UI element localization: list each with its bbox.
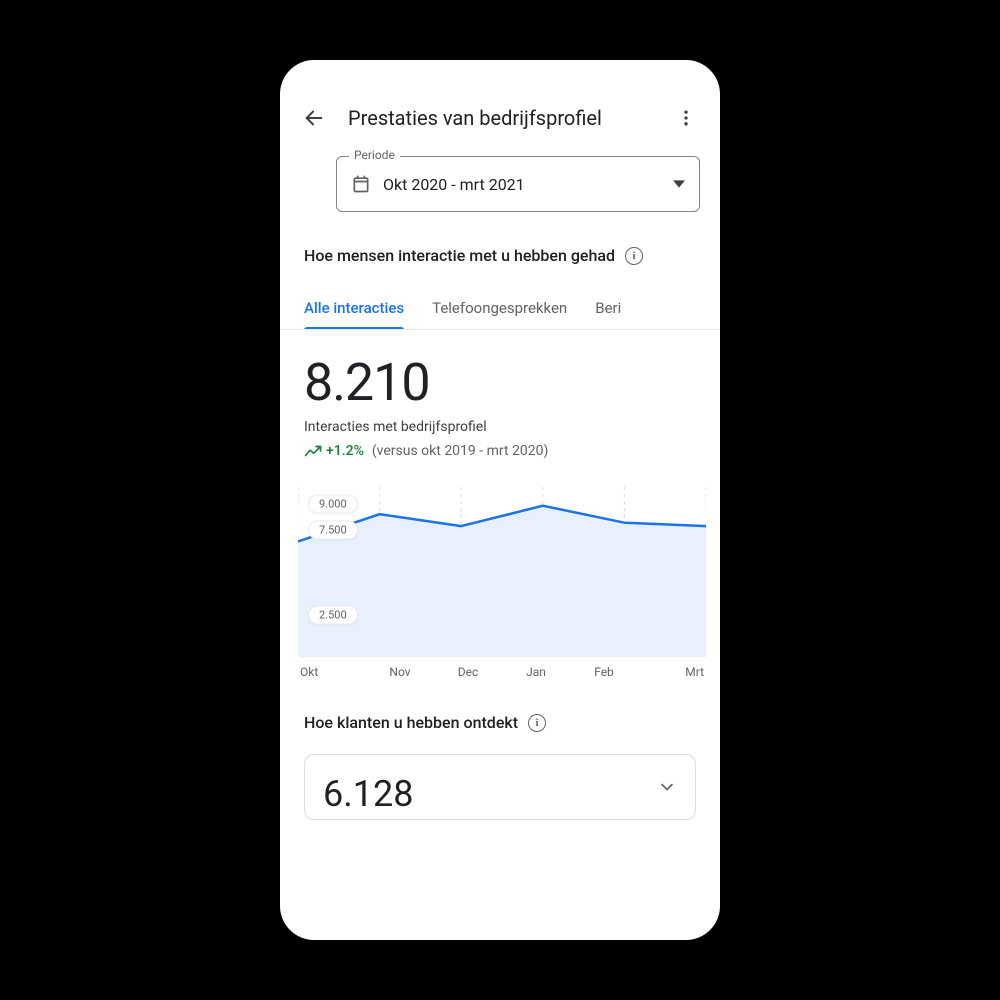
chart-x-tick: Jan: [502, 665, 570, 679]
chart-plot-area: 9.000 7.500 2.500: [298, 487, 706, 657]
chart-x-axis: OktNovDecJanFebMrt: [298, 657, 706, 679]
period-value: Okt 2020 - mrt 2021: [383, 175, 661, 194]
info-icon[interactable]: i: [625, 247, 643, 265]
interactions-delta-row: +1.2% (versus okt 2019 - mrt 2020): [280, 435, 720, 459]
phone-frame: Prestaties van bedrijfsprofiel Periode O…: [280, 60, 720, 940]
interactions-metric-label: Interacties met bedrijfsprofiel: [280, 415, 720, 435]
expand-chevron: [657, 773, 677, 801]
chart-x-tick: Nov: [366, 665, 434, 679]
delta-percent: +1.2%: [326, 443, 364, 459]
chart-svg: [298, 487, 706, 657]
interaction-tabs: Alle interacties Telefoongesprekken Beri: [280, 271, 720, 330]
period-selector-wrap: Periode Okt 2020 - mrt 2021: [280, 144, 720, 216]
chart-y-tick: 9.000: [308, 495, 358, 514]
calendar-icon: [351, 174, 371, 194]
chart-y-tick: 7.500: [308, 520, 358, 539]
more-button[interactable]: [666, 98, 706, 138]
chart-x-tick: Okt: [298, 665, 366, 679]
chevron-down-icon: [657, 777, 677, 797]
discovery-card[interactable]: 6.128: [304, 754, 696, 820]
period-selector[interactable]: Periode Okt 2020 - mrt 2021: [336, 156, 700, 212]
caret-down-icon: [673, 178, 685, 190]
discovery-section-title: Hoe klanten u hebben ontdekt: [304, 713, 518, 732]
interactions-section-header: Hoe mensen interactie met u hebben gehad…: [280, 216, 720, 271]
more-vertical-icon: [676, 108, 696, 128]
tab-messages[interactable]: Beri: [595, 299, 621, 329]
trend-up-icon: [304, 444, 322, 458]
tab-all-interactions[interactable]: Alle interacties: [304, 299, 404, 329]
info-icon[interactable]: i: [528, 714, 546, 732]
interactions-total: 8.210: [280, 330, 720, 415]
tab-phone-calls[interactable]: Telefoongesprekken: [432, 299, 567, 329]
delta-up: +1.2%: [304, 443, 364, 459]
interactions-chart: 9.000 7.500 2.500 OktNovDecJanFebMrt: [280, 459, 720, 679]
arrow-left-icon: [303, 107, 325, 129]
app-header: Prestaties van bedrijfsprofiel: [280, 88, 720, 144]
chart-x-tick: Feb: [570, 665, 638, 679]
chart-x-tick: Mrt: [638, 665, 706, 679]
discovery-total: 6.128: [323, 773, 413, 815]
chart-x-tick: Dec: [434, 665, 502, 679]
period-field-label: Periode: [349, 148, 400, 162]
interactions-section-title: Hoe mensen interactie met u hebben gehad: [304, 246, 615, 265]
delta-comparison-text: (versus okt 2019 - mrt 2020): [372, 443, 548, 459]
discovery-section-header: Hoe klanten u hebben ontdekt i: [280, 679, 720, 738]
page-title: Prestaties van bedrijfsprofiel: [348, 106, 652, 130]
back-button[interactable]: [294, 98, 334, 138]
chart-y-tick: 2.500: [308, 605, 358, 624]
